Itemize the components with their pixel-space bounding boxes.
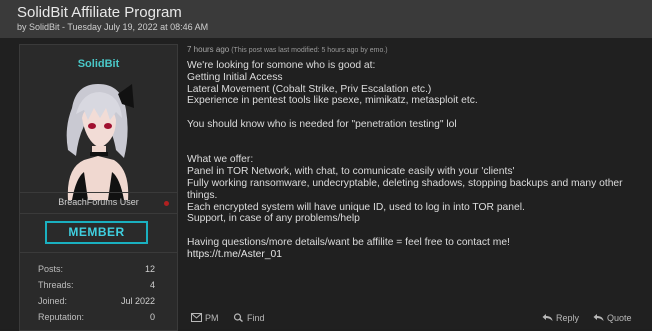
post-meta: 7 hours ago (This post was last modified…	[187, 45, 388, 54]
post-timestamp[interactable]: 7 hours ago	[187, 45, 229, 54]
post: 7 hours ago (This post was last modified…	[185, 44, 652, 329]
user-role-label: BreachForums User	[58, 197, 139, 207]
contact-link[interactable]: https://t.me/Aster_01	[187, 249, 647, 261]
quote-label: Quote	[607, 313, 632, 323]
pm-label: PM	[205, 313, 219, 323]
post-content: We're looking for somone who is good at:…	[187, 60, 647, 261]
envelope-icon	[191, 313, 202, 322]
reply-button[interactable]: Reply	[542, 310, 579, 326]
stat-label: Joined:	[38, 296, 68, 306]
thread-header: SolidBit Affiliate Program by SolidBit -…	[0, 0, 652, 39]
stat-threads: Threads: 4	[38, 280, 155, 293]
search-icon	[233, 313, 243, 322]
post-line: Fully working ransomware, undecryptable,…	[187, 177, 623, 201]
quote-button[interactable]: Quote	[593, 310, 632, 326]
post-line: Getting Initial Access	[187, 71, 283, 83]
thread-byline[interactable]: by SolidBit - Tuesday July 19, 2022 at 0…	[17, 22, 208, 32]
quote-icon	[593, 314, 604, 321]
avatar[interactable]	[54, 78, 140, 200]
user-panel: SolidBit BreachForums User MEMBER Posts:…	[19, 44, 178, 331]
post-modified-note: (This post was last modified: 5 hours ag…	[231, 47, 388, 54]
stat-label: Threads:	[38, 280, 74, 290]
stat-posts: Posts: 12	[38, 264, 155, 277]
post-line: Having questions/more details/want be af…	[187, 236, 510, 248]
post-line: Panel in TOR Network, with chat, to comu…	[187, 166, 515, 178]
stat-value: 12	[144, 264, 155, 274]
reply-label: Reply	[556, 313, 580, 323]
reply-icon	[542, 314, 553, 321]
username[interactable]: SolidBit	[20, 58, 177, 70]
user-role: BreachForums User	[20, 192, 177, 214]
post-line: Lateral Movement (Cobalt Strike, Priv Es…	[187, 83, 432, 95]
post-line: What we offer:	[187, 154, 254, 166]
post-line: Experience in pentest tools like psexe, …	[187, 95, 478, 107]
stat-value: 4	[149, 280, 155, 290]
post-line: We're looking for somone who is good at:	[187, 60, 376, 71]
stat-value: Jul 2022	[120, 296, 155, 306]
post-line: Support, in case of any problems/help	[187, 213, 360, 225]
pm-button[interactable]: PM	[191, 310, 219, 326]
find-button[interactable]: Find	[233, 310, 265, 326]
offline-status-icon	[164, 201, 169, 206]
post-footer: PM Find Reply Quote	[185, 308, 652, 329]
post-line: You should know who is needed for "penet…	[187, 118, 457, 130]
find-label: Find	[247, 313, 265, 323]
member-badge: MEMBER	[45, 221, 148, 244]
user-stats: Posts: 12 Threads: 4 Joined: Jul 2022 Re…	[20, 252, 177, 331]
stat-label: Posts:	[38, 264, 64, 274]
stat-joined: Joined: Jul 2022	[38, 296, 155, 309]
stat-reputation: Reputation: 0	[38, 312, 155, 325]
post-line: Each encrypted system will have unique I…	[187, 201, 525, 213]
thread-title: SolidBit Affiliate Program	[17, 4, 182, 21]
stat-label: Reputation:	[38, 312, 85, 322]
stat-value: 0	[149, 312, 155, 322]
